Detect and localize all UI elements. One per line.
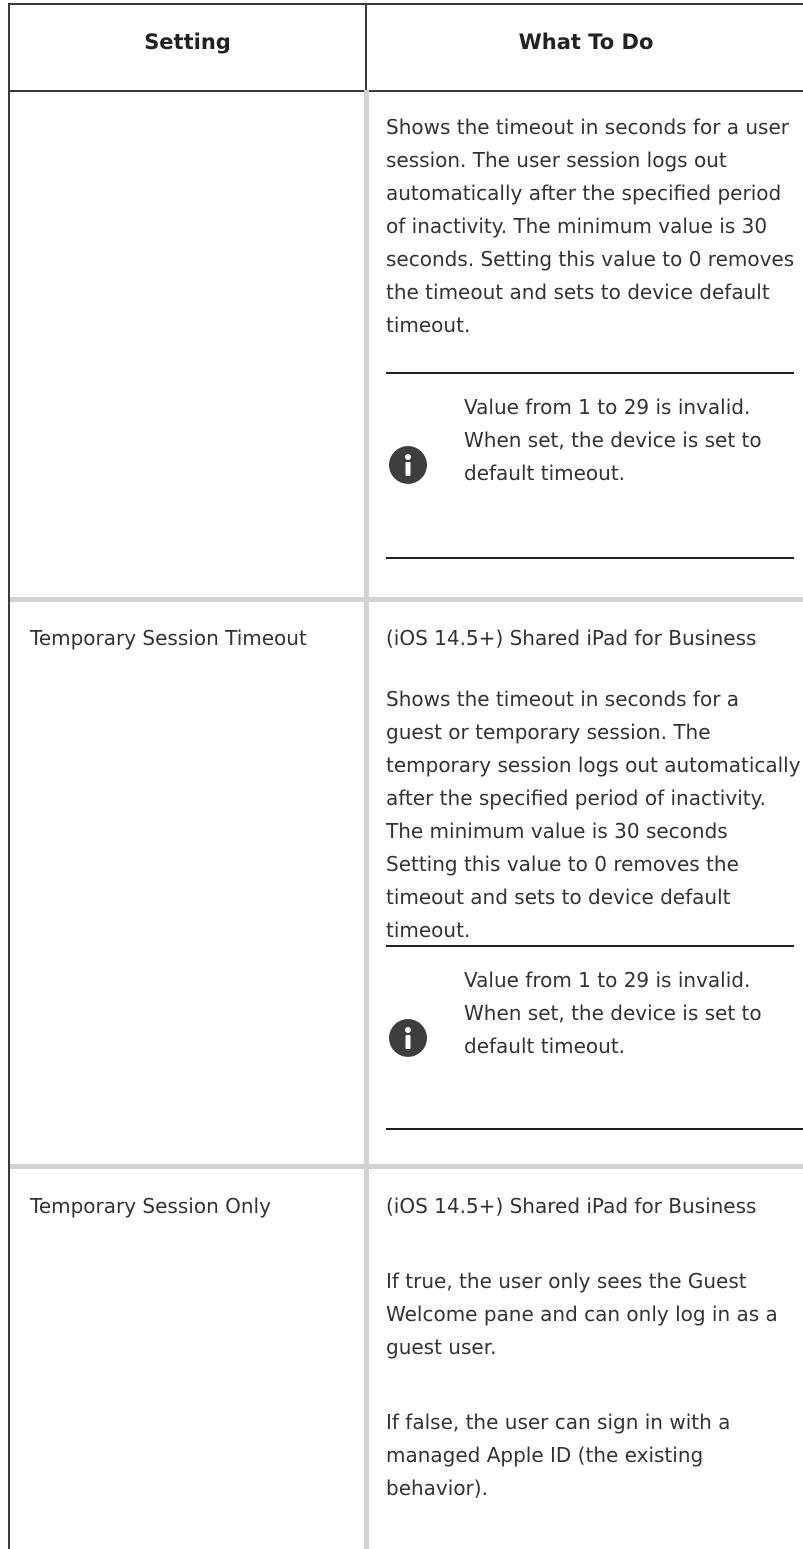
row-description: If true, the user only sees the Guest We… [386, 1269, 778, 1359]
row-divider [10, 1164, 803, 1169]
header-bottom-border [8, 90, 803, 92]
note-text: Value from 1 to 29 is invalid. When set,… [464, 395, 762, 485]
row-description: Shows the timeout in seconds for a user … [386, 115, 795, 337]
column-header-setting: Setting [144, 30, 231, 54]
row-description: If false, the user can sign in with a ma… [386, 1410, 731, 1500]
column-divider [364, 90, 369, 1549]
header-column-divider [365, 3, 367, 91]
row-divider [10, 597, 803, 602]
note-bottom-rule [386, 1128, 803, 1130]
info-icon [389, 446, 427, 484]
table-left-border [8, 3, 10, 1549]
column-header-what-to-do: What To Do [518, 30, 654, 54]
table-top-border [8, 3, 803, 5]
row-description-platform: (iOS 14.5+) Shared iPad for Business [386, 1194, 757, 1218]
row-setting-label: Temporary Session Only [30, 1194, 271, 1218]
row-description-platform: (iOS 14.5+) Shared iPad for Business [386, 626, 757, 650]
note-top-rule [386, 945, 794, 947]
note-top-rule [386, 372, 794, 374]
note-text: Value from 1 to 29 is invalid. When set,… [464, 968, 762, 1058]
row-setting-label: Temporary Session Timeout [30, 626, 307, 650]
note-bottom-rule [386, 557, 794, 559]
info-icon [389, 1019, 427, 1057]
row-description: Shows the timeout in seconds for a guest… [386, 687, 801, 942]
